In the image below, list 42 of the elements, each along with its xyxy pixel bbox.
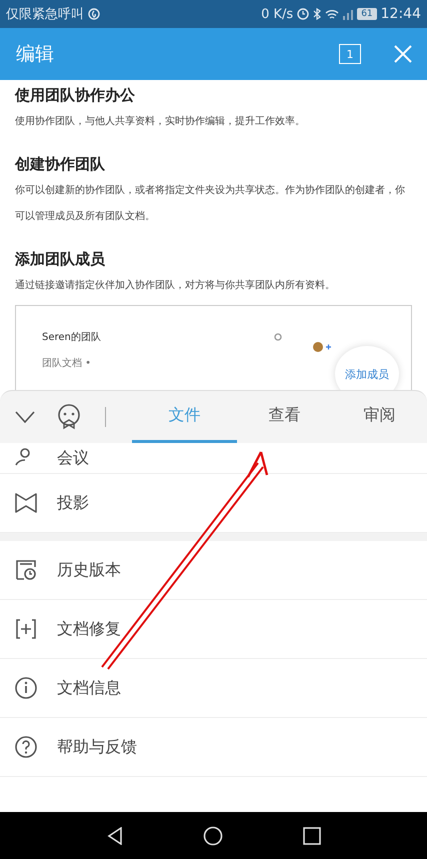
menu-item-label: 会议 bbox=[57, 448, 89, 468]
section-heading: 添加团队成员 bbox=[15, 250, 106, 269]
menu-item[interactable]: 会议 bbox=[0, 443, 427, 474]
menu-item-label: 帮助与反馈 bbox=[57, 736, 137, 758]
team-name: Seren的团队 bbox=[42, 331, 101, 344]
menu-item-label: 文档信息 bbox=[57, 678, 121, 698]
back-icon[interactable] bbox=[106, 826, 122, 844]
face-icon[interactable] bbox=[57, 404, 81, 430]
battery-level: 61 bbox=[357, 8, 377, 20]
signal-icon bbox=[343, 8, 354, 20]
home-icon[interactable] bbox=[202, 826, 222, 846]
plus-frame-icon bbox=[15, 618, 37, 640]
help-icon bbox=[15, 736, 37, 758]
menu-item[interactable]: 文档信息 bbox=[0, 659, 427, 718]
avatar-icon bbox=[313, 342, 331, 352]
chevron-down-icon[interactable] bbox=[15, 411, 35, 423]
bowtie-icon bbox=[15, 492, 37, 514]
menu-item[interactable]: 历史版本 bbox=[0, 541, 427, 600]
alarm-icon bbox=[297, 8, 310, 20]
toolbar-tab[interactable]: 查看 bbox=[237, 391, 332, 443]
menu-item-label: 历史版本 bbox=[57, 560, 121, 580]
section-paragraph: 通过链接邀请指定伙伴加入协作团队，对方将与你共享团队内所有资料。 bbox=[15, 278, 336, 293]
clock-time: 12:44 bbox=[380, 6, 421, 22]
info-icon bbox=[15, 677, 37, 699]
carrier-text: 仅限紧急呼叫 bbox=[6, 6, 84, 23]
section-heading: 使用团队协作办公 bbox=[15, 86, 136, 105]
section-heading: 创建协作团队 bbox=[15, 155, 106, 174]
folder-label: 团队文档 • bbox=[42, 356, 92, 370]
screen-title: 编辑 bbox=[16, 42, 54, 67]
section-paragraph: 你可以创建新的协作团队，或者将指定文件夹设为共享状态。作为协作团队的创建者，你可以管理成员及所有团队文档。 bbox=[15, 184, 406, 224]
swirl-icon bbox=[88, 8, 100, 20]
menu-item-label: 文档修复 bbox=[57, 618, 121, 640]
history-icon bbox=[15, 559, 37, 581]
menu-item-label: 投影 bbox=[57, 492, 89, 514]
bluetooth-icon bbox=[313, 8, 322, 20]
menu-item[interactable]: 文档修复 bbox=[0, 600, 427, 659]
close-icon[interactable] bbox=[393, 44, 413, 64]
menu-item[interactable]: 帮助与反馈 bbox=[0, 718, 427, 777]
section-paragraph: 使用协作团队，与他人共享资料，实时协作编辑，提升工作效率。 bbox=[15, 114, 306, 129]
recents-icon[interactable] bbox=[302, 826, 320, 844]
network-speed: 0 K/s bbox=[261, 6, 294, 22]
wifi-icon bbox=[325, 8, 340, 20]
